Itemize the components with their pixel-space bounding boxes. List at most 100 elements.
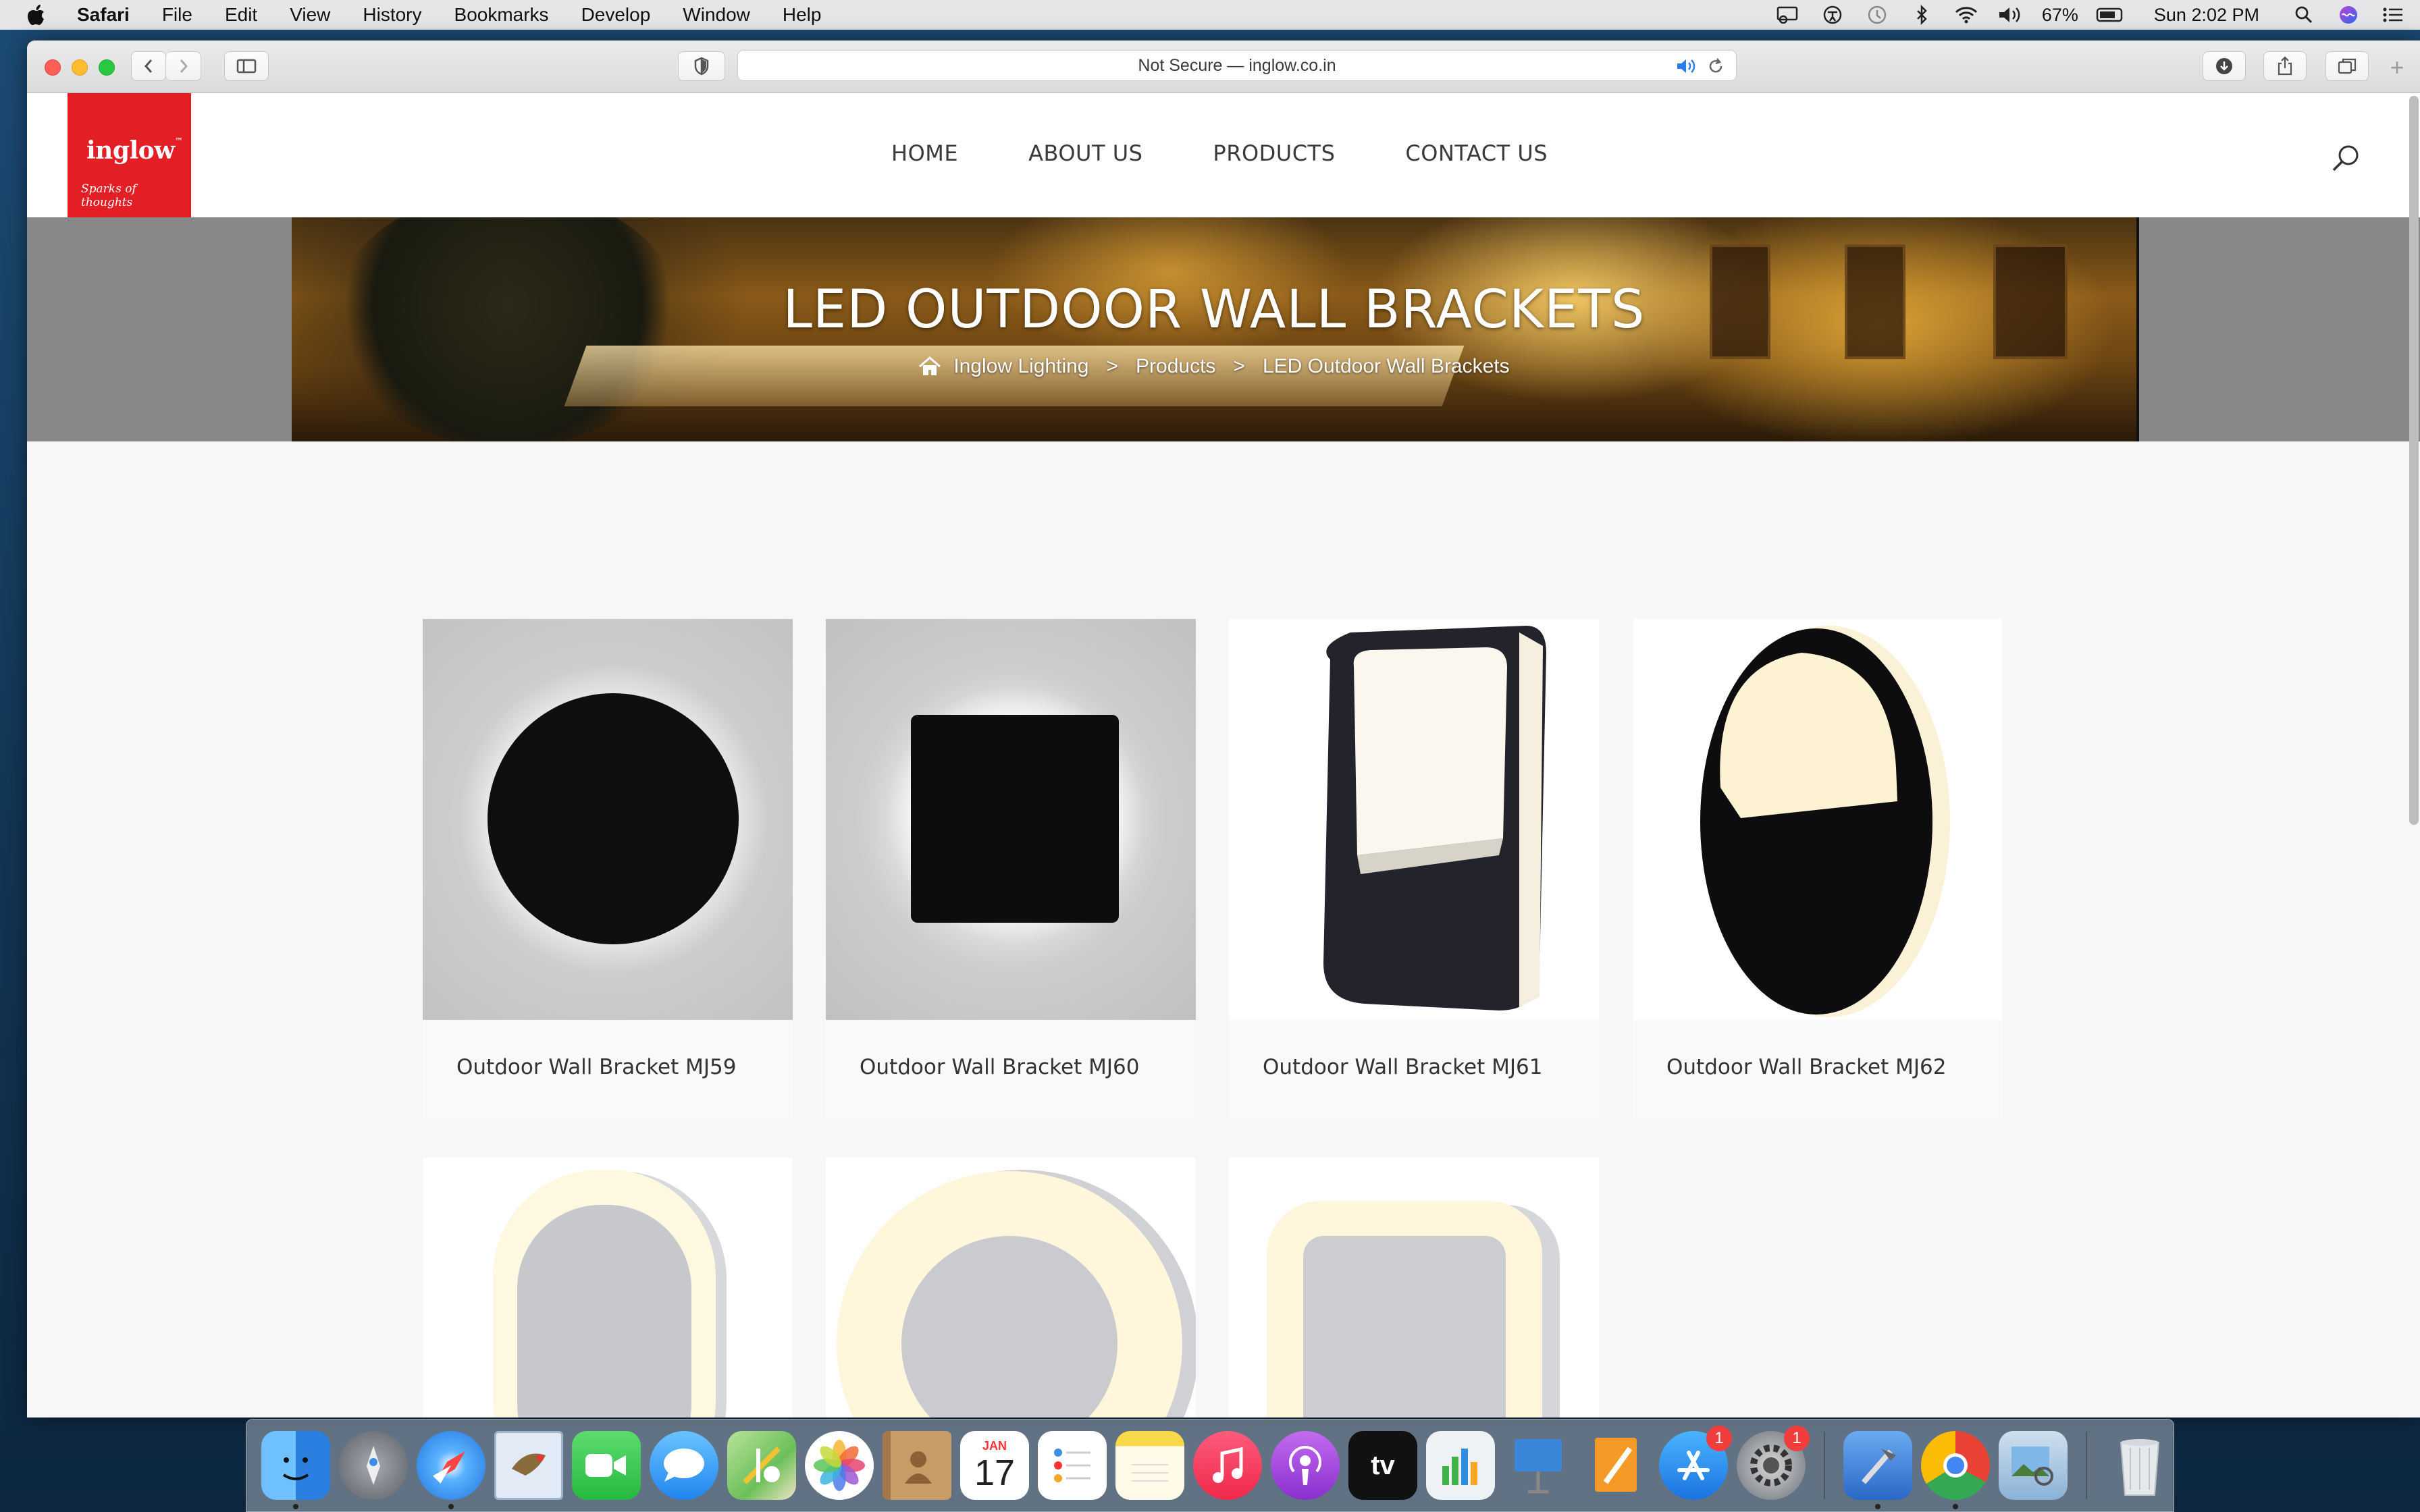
product-card[interactable]: [423, 1158, 793, 1418]
product-card[interactable]: [826, 1158, 1196, 1418]
dock-keynote[interactable]: [1504, 1431, 1573, 1500]
product-name[interactable]: Outdoor Wall Bracket MJ59: [456, 1055, 736, 1079]
product-name[interactable]: Outdoor Wall Bracket MJ60: [860, 1055, 1139, 1079]
spotlight-icon[interactable]: [2290, 3, 2317, 26]
menu-edit[interactable]: Edit: [209, 0, 273, 30]
product-name[interactable]: Outdoor Wall Bracket MJ61: [1263, 1055, 1542, 1079]
siri-icon[interactable]: [2335, 3, 2362, 26]
dock-maps[interactable]: [727, 1431, 796, 1500]
browser-toolbar: Not Secure — inglow.co.in +: [27, 40, 2420, 93]
app-store-icon: [1677, 1451, 1710, 1480]
menu-help[interactable]: Help: [766, 0, 838, 30]
dock-trash[interactable]: [2105, 1431, 2174, 1500]
dock-chrome[interactable]: [1921, 1431, 1990, 1509]
volume-icon[interactable]: [1997, 3, 2024, 26]
main-nav: HOME ABOUT US PRODUCTS CONTACT US: [891, 140, 1548, 166]
reload-icon[interactable]: [1706, 57, 1725, 76]
forward-button[interactable]: [166, 51, 201, 81]
product-image[interactable]: [423, 1158, 793, 1418]
privacy-report-button[interactable]: [678, 51, 725, 81]
safari-window: Not Secure — inglow.co.in + inglow™ Spar…: [27, 40, 2420, 1418]
time-machine-icon[interactable]: [1864, 3, 1891, 26]
facetime-icon: [585, 1454, 626, 1477]
window-close-button[interactable]: [45, 59, 61, 76]
nav-home[interactable]: HOME: [891, 140, 958, 166]
dock-xcode[interactable]: [1843, 1431, 1912, 1509]
dock-launchpad[interactable]: [339, 1431, 408, 1500]
menu-view[interactable]: View: [273, 0, 346, 30]
nav-about-us[interactable]: ABOUT US: [1028, 140, 1142, 166]
bluetooth-icon[interactable]: [1908, 3, 1935, 26]
messages-icon: [664, 1449, 704, 1482]
control-list-icon[interactable]: [2379, 3, 2406, 26]
product-image[interactable]: [423, 619, 793, 1020]
menu-file[interactable]: File: [146, 0, 209, 30]
breadcrumb-home[interactable]: Inglow Lighting: [953, 355, 1088, 378]
dock-contacts[interactable]: [883, 1431, 951, 1500]
site-logo[interactable]: inglow™ Sparks of thoughts: [68, 93, 191, 217]
dock-finder[interactable]: [261, 1431, 330, 1509]
menu-app-name[interactable]: Safari: [50, 0, 146, 30]
tab-overview-button[interactable]: [2325, 51, 2369, 81]
breadcrumb-products[interactable]: Products: [1136, 355, 1215, 378]
window-minimize-button[interactable]: [72, 59, 88, 76]
battery-icon[interactable]: [2096, 3, 2123, 26]
numbers-icon: [1442, 1449, 1477, 1485]
dock-mail[interactable]: [494, 1431, 563, 1500]
dock-preview[interactable]: [1999, 1431, 2068, 1500]
dock-photos[interactable]: [805, 1431, 874, 1500]
back-button[interactable]: [131, 51, 166, 81]
product-card[interactable]: Outdoor Wall Bracket MJ61: [1229, 619, 1599, 1118]
new-tab-button[interactable]: +: [2384, 53, 2411, 81]
product-image[interactable]: [826, 619, 1196, 1020]
dock-safari[interactable]: [417, 1431, 485, 1509]
dock-calendar[interactable]: JAN 17: [960, 1431, 1029, 1500]
menubar-clock[interactable]: Sun 2:02 PM: [2154, 5, 2259, 26]
product-card[interactable]: Outdoor Wall Bracket MJ60: [826, 619, 1196, 1118]
accessibility-icon[interactable]: [1819, 3, 1846, 26]
mail-icon: [512, 1453, 546, 1476]
maps-icon: [743, 1447, 781, 1484]
nav-products[interactable]: PRODUCTS: [1213, 140, 1335, 166]
dock-notes[interactable]: [1115, 1431, 1184, 1500]
audio-playing-icon[interactable]: [1675, 57, 1698, 76]
product-image[interactable]: [826, 1158, 1196, 1418]
dock-apple-tv[interactable]: tv: [1348, 1431, 1417, 1500]
dock-app-store[interactable]: 1: [1659, 1426, 1732, 1500]
dock-music[interactable]: [1193, 1431, 1262, 1500]
dock-podcasts[interactable]: [1271, 1431, 1340, 1500]
dock-messages[interactable]: [650, 1431, 718, 1500]
menu-history[interactable]: History: [346, 0, 438, 30]
sidebar-toggle-button[interactable]: [224, 51, 269, 81]
product-image[interactable]: [1229, 619, 1599, 1020]
sidebar-icon: [236, 59, 257, 74]
dock-reminders[interactable]: [1038, 1431, 1107, 1500]
menu-bookmarks[interactable]: Bookmarks: [438, 0, 565, 30]
home-icon[interactable]: [918, 356, 941, 377]
wifi-icon[interactable]: [1953, 3, 1980, 26]
downloads-button[interactable]: [2203, 51, 2246, 81]
site-search-button[interactable]: [2325, 138, 2366, 178]
address-bar[interactable]: Not Secure — inglow.co.in: [737, 50, 1737, 81]
product-image[interactable]: [1229, 1158, 1599, 1418]
product-name[interactable]: Outdoor Wall Bracket MJ62: [1666, 1055, 1946, 1079]
product-image[interactable]: [1633, 619, 2003, 1020]
apple-menu-icon[interactable]: [23, 0, 50, 30]
dock-facetime[interactable]: [572, 1431, 641, 1500]
menu-window[interactable]: Window: [666, 0, 766, 30]
chevron-left-icon: [144, 59, 153, 73]
share-button[interactable]: [2263, 51, 2307, 81]
window-zoom-button[interactable]: [99, 59, 115, 76]
nav-contact-us[interactable]: CONTACT US: [1405, 140, 1548, 166]
product-card[interactable]: Outdoor Wall Bracket MJ62: [1633, 619, 2003, 1118]
menu-develop[interactable]: Develop: [565, 0, 667, 30]
dock-numbers[interactable]: [1426, 1431, 1495, 1500]
breadcrumb-separator: >: [1106, 355, 1119, 377]
calendar-month: JAN: [982, 1439, 1007, 1453]
dock-pages[interactable]: [1581, 1431, 1650, 1500]
screen-mirroring-icon[interactable]: [1774, 3, 1801, 26]
page-scrollbar[interactable]: [2409, 96, 2419, 825]
dock-system-preferences[interactable]: 1: [1737, 1426, 1810, 1500]
product-card[interactable]: Outdoor Wall Bracket MJ59: [423, 619, 793, 1118]
product-card[interactable]: [1229, 1158, 1599, 1418]
